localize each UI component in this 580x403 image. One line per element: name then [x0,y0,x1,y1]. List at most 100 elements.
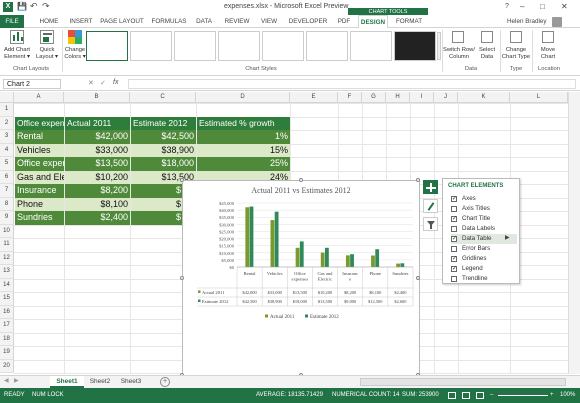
resize-handle[interactable] [180,276,184,280]
normal-view-icon[interactable] [448,392,456,399]
chart-style-1[interactable] [86,31,128,61]
data-table-submenu-arrow-icon[interactable]: ▶ [505,234,510,241]
select-all-corner[interactable] [0,92,14,103]
row-header[interactable]: 11 [0,238,14,252]
embedded-chart[interactable]: Actual 2011 vs Estimates 2012 $45,000 $40,… [180,178,420,377]
maximize-button[interactable]: □ [540,2,545,11]
column-header[interactable]: D [196,92,290,103]
add-chart-element-button[interactable]: Add Chart Element ▾ [2,47,32,61]
chart-element-trendline[interactable]: Trendline [451,274,517,284]
change-chart-type-button[interactable]: Change Chart Type [501,47,531,61]
row-header[interactable]: 15 [0,292,14,306]
trendline-checkbox[interactable] [451,276,457,282]
table-cell-actual[interactable]: $8,200 [65,184,130,198]
table-cell-growth[interactable]: 15% [197,143,290,157]
column-header[interactable]: G [362,92,386,103]
zoom-slider[interactable] [498,395,548,396]
chart-style-5[interactable] [262,31,304,61]
table-cell-actual[interactable]: $2,400 [65,211,130,225]
table-cell-estimate[interactable]: $ [131,211,183,225]
tab-data[interactable]: DATA [193,15,215,28]
table-row-label[interactable]: Office expenses [15,157,64,171]
error-bars-checkbox[interactable] [451,246,457,252]
table-cell-estimate[interactable]: $ [131,184,183,198]
table-row-label[interactable]: Sundries [15,211,64,225]
table-cell-growth[interactable]: 1% [197,130,290,144]
column-header[interactable]: J [434,92,458,103]
tab-home[interactable]: HOME [34,15,64,28]
table-cell-actual[interactable]: $42,000 [65,130,130,144]
chart-element-chart-title[interactable]: ✓ Chart Title [451,214,517,224]
chart-element-error-bars[interactable]: Error Bars [451,244,517,254]
legend-checkbox[interactable]: ✓ [451,266,457,272]
chart-style-6[interactable] [306,31,348,61]
row-header[interactable]: 20 [0,359,14,373]
column-header[interactable]: L [510,92,568,103]
row-header[interactable]: 12 [0,251,14,265]
row-header[interactable]: 7 [0,184,14,198]
redo-icon[interactable]: ↷ [42,1,50,12]
chart-style-4[interactable] [218,31,260,61]
column-header[interactable]: F [338,92,362,103]
zoom-out-button[interactable]: – [490,388,493,403]
chart-styles-button[interactable] [423,199,438,213]
table-header-cell[interactable]: Office expenses [15,116,64,130]
row-header[interactable]: 3 [0,130,14,144]
add-sheet-button[interactable]: + [160,377,170,387]
column-header[interactable]: I [410,92,434,103]
column-header[interactable]: K [458,92,510,103]
row-header[interactable]: 5 [0,157,14,171]
table-cell-actual[interactable]: $8,100 [65,197,130,211]
enter-icon[interactable]: ✓ [100,79,106,87]
table-cell-actual[interactable]: $13,500 [65,157,130,171]
row-header[interactable]: 18 [0,332,14,346]
gridlines-checkbox[interactable]: ✓ [451,256,457,262]
tab-file[interactable]: FILE [0,15,24,28]
change-colors-button[interactable]: Change Colors ▾ [62,47,88,61]
table-cell-estimate[interactable]: $ [131,197,183,211]
chart-style-3[interactable] [174,31,216,61]
sheet-nav-prev-icon[interactable]: ◀ [4,377,9,384]
help-button[interactable]: ? [505,3,509,10]
tab-format[interactable]: FORMAT [393,15,425,28]
chart-title-checkbox[interactable]: ✓ [451,216,457,222]
row-header[interactable]: 6 [0,170,14,184]
table-row-label[interactable]: Gas and Electric [15,170,64,184]
tab-developer[interactable]: DEVELOPER [286,15,330,28]
name-box[interactable]: Chart 2 [3,79,61,89]
table-cell-actual[interactable]: $33,000 [65,143,130,157]
chart-element-gridlines[interactable]: ✓ Gridlines [451,254,517,264]
row-header[interactable]: 14 [0,278,14,292]
row-header[interactable]: 1 [0,103,14,117]
styles-scroll[interactable] [437,32,441,60]
resize-handle[interactable] [180,178,184,182]
table-row-label[interactable]: Insurance [15,184,64,198]
chart-style-2[interactable] [130,31,172,61]
page-break-view-icon[interactable] [476,392,484,399]
table-header-cell[interactable]: Estimated % growth [197,116,290,130]
table-row-label[interactable]: Rental [15,130,64,144]
resize-handle[interactable] [299,178,303,182]
row-header[interactable]: 4 [0,143,14,157]
tab-design[interactable]: DESIGN [358,15,388,28]
function-icon[interactable]: fx [113,79,118,86]
sheet-tab-sheet2[interactable]: Sheet2 [86,376,114,388]
table-cell-estimate[interactable]: $38,900 [131,143,196,157]
row-header[interactable]: 10 [0,224,14,238]
tab-formulas[interactable]: FORMULAS [150,15,188,28]
table-cell-estimate[interactable]: $18,000 [131,157,196,171]
column-header[interactable]: E [290,92,338,103]
row-header[interactable]: 8 [0,197,14,211]
table-row-label[interactable]: Phone [15,197,64,211]
sheet-tab-sheet1[interactable]: Sheet1 [50,376,84,388]
resize-handle[interactable] [416,276,420,280]
formula-input[interactable] [128,79,576,89]
table-header-cell[interactable]: Estimate 2012 [131,116,196,130]
chart-element-axis-titles[interactable]: Axis Titles [451,204,517,214]
cancel-icon[interactable]: ✕ [88,79,94,87]
table-cell-growth[interactable]: 25% [197,157,290,171]
row-header[interactable]: 9 [0,211,14,225]
sheet-nav-next-icon[interactable]: ▶ [14,377,19,384]
undo-icon[interactable]: ↶ [30,1,38,12]
column-header[interactable]: B [64,92,130,103]
